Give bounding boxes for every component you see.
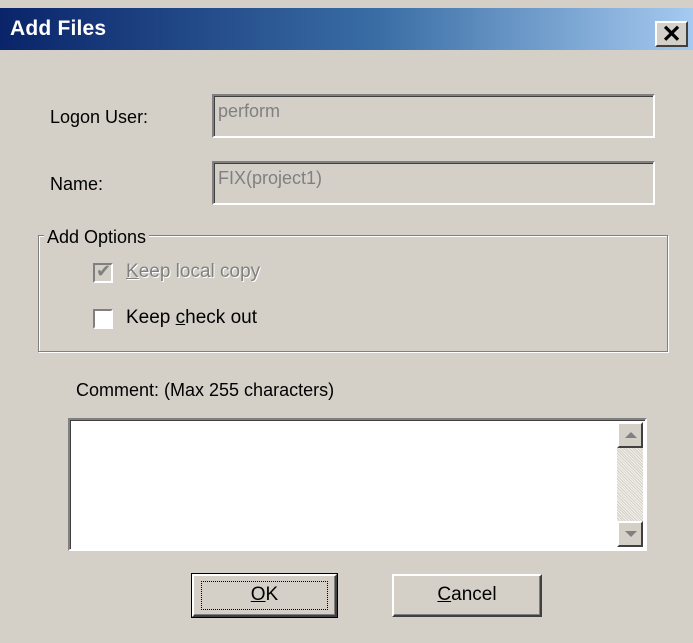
logon-user-field: perform	[212, 94, 655, 138]
logon-user-label: Logon User:	[50, 107, 149, 127]
scroll-down-button[interactable]	[617, 521, 643, 547]
comment-scrollbar[interactable]	[617, 422, 643, 547]
title-bar[interactable]: Add Files ✕	[0, 8, 693, 50]
checkmark-icon: ✔	[96, 261, 112, 281]
name-field: FIX(project1)	[212, 161, 655, 205]
cancel-button-label: Cancel	[437, 584, 496, 605]
logon-user-value: perform	[218, 101, 281, 121]
comment-textarea[interactable]	[68, 418, 647, 551]
add-options-legend: Add Options	[44, 227, 150, 248]
ok-label-rest: K	[265, 584, 279, 605]
keep-check-out-label[interactable]: Keep check out	[126, 307, 257, 329]
add-files-dialog: Add Files ✕ Logon User: perform Name: FI…	[0, 0, 693, 643]
scroll-up-button[interactable]	[617, 422, 643, 448]
name-value: FIX(project1)	[218, 168, 323, 188]
keep-local-copy-checkbox[interactable]: ✔	[93, 261, 113, 283]
keep-check-out-mnemonic: c	[175, 307, 186, 328]
cancel-label-rest: ancel	[451, 584, 497, 605]
add-options-groupbox	[38, 235, 668, 352]
keep-local-copy-label: Keep local copy	[126, 261, 260, 283]
dialog-title: Add Files	[10, 17, 107, 40]
ok-button[interactable]: OK	[191, 573, 338, 618]
close-icon: ✕	[661, 21, 682, 48]
ok-button-label: OK	[251, 584, 278, 605]
keep-check-out-label-pre: Keep	[126, 307, 176, 328]
cancel-button[interactable]: Cancel	[392, 574, 542, 617]
keep-check-out-checkbox[interactable]	[93, 309, 113, 329]
close-button[interactable]: ✕	[655, 21, 688, 48]
keep-check-out-label-post: heck out	[185, 307, 257, 328]
comment-label: Comment: (Max 255 characters)	[76, 380, 335, 400]
ok-mnemonic: O	[250, 584, 266, 605]
cancel-mnemonic: C	[437, 584, 452, 605]
keep-local-copy-mnemonic: K	[126, 261, 139, 282]
keep-local-copy-label-post: eep local copy	[138, 261, 261, 282]
arrow-up-icon	[625, 432, 637, 438]
arrow-down-icon	[625, 531, 637, 537]
name-label: Name:	[50, 174, 104, 194]
